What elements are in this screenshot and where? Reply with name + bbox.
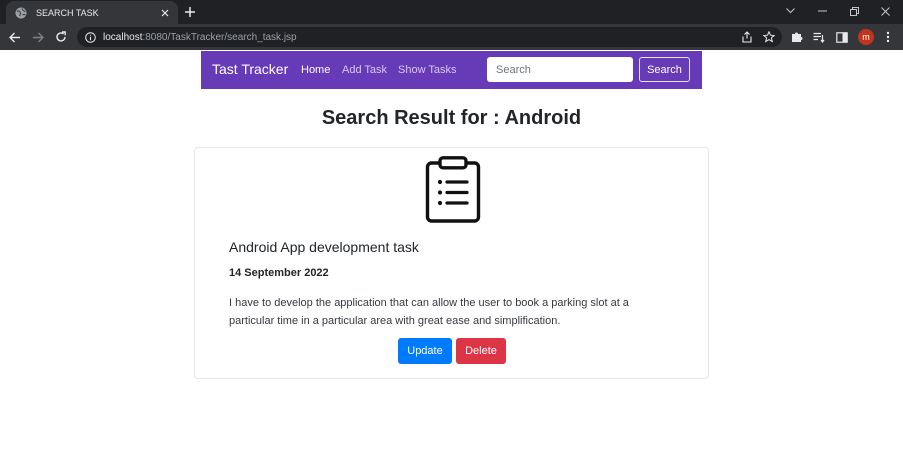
navbar: Tast Tracker Home Add Task Show Tasks Se… (201, 51, 702, 89)
browser-tab-strip: SEARCH TASK (0, 0, 903, 24)
side-panel-icon[interactable] (834, 29, 850, 45)
nav-link-show-tasks[interactable]: Show Tasks (398, 64, 457, 76)
task-title: Android App development task (229, 239, 419, 255)
clipboard-list-icon (425, 156, 481, 223)
nav-link-home[interactable]: Home (301, 64, 330, 76)
reload-icon[interactable] (53, 29, 69, 45)
search-input[interactable] (487, 57, 633, 82)
tab-title: SEARCH TASK (36, 7, 99, 18)
restore-icon[interactable] (845, 3, 863, 19)
close-icon[interactable] (158, 6, 172, 20)
share-icon[interactable] (739, 29, 755, 45)
new-tab-icon[interactable] (182, 4, 198, 20)
task-date: 14 September 2022 (229, 267, 329, 279)
minimize-icon[interactable] (813, 3, 831, 19)
tab-search-chevron-icon[interactable] (781, 3, 799, 19)
back-arrow-icon[interactable] (7, 29, 23, 45)
task-description: I have to develop the application that c… (229, 297, 629, 327)
url-path: :8080/TaskTracker/search_task.jsp (142, 31, 297, 43)
kebab-menu-icon[interactable] (880, 29, 896, 45)
globe-icon (15, 7, 27, 18)
reading-list-icon[interactable] (811, 29, 827, 45)
browser-toolbar: localhost:8080/TaskTracker/search_task.j… (0, 24, 903, 50)
profile-avatar[interactable]: m (858, 29, 874, 45)
delete-button[interactable]: Delete (456, 338, 506, 364)
update-button[interactable]: Update (398, 338, 452, 364)
task-card: Android App development task 14 Septembe… (194, 147, 709, 379)
search-button[interactable]: Search (639, 57, 690, 82)
url-host: localhost (103, 31, 143, 43)
extensions-puzzle-icon[interactable] (789, 29, 805, 45)
browser-tab[interactable]: SEARCH TASK (6, 1, 178, 24)
nav-link-add-task[interactable]: Add Task (342, 64, 387, 76)
forward-arrow-icon[interactable] (30, 29, 46, 45)
page-title: Search Result for : Android (321, 107, 582, 129)
info-icon[interactable] (85, 31, 96, 43)
window-close-icon[interactable] (876, 3, 894, 19)
url-text[interactable]: localhost:8080/TaskTracker/search_task.j… (103, 32, 297, 43)
bookmark-star-icon[interactable] (761, 29, 777, 45)
brand-title[interactable]: Tast Tracker (212, 61, 288, 77)
address-bar[interactable]: localhost:8080/TaskTracker/search_task.j… (77, 27, 782, 47)
